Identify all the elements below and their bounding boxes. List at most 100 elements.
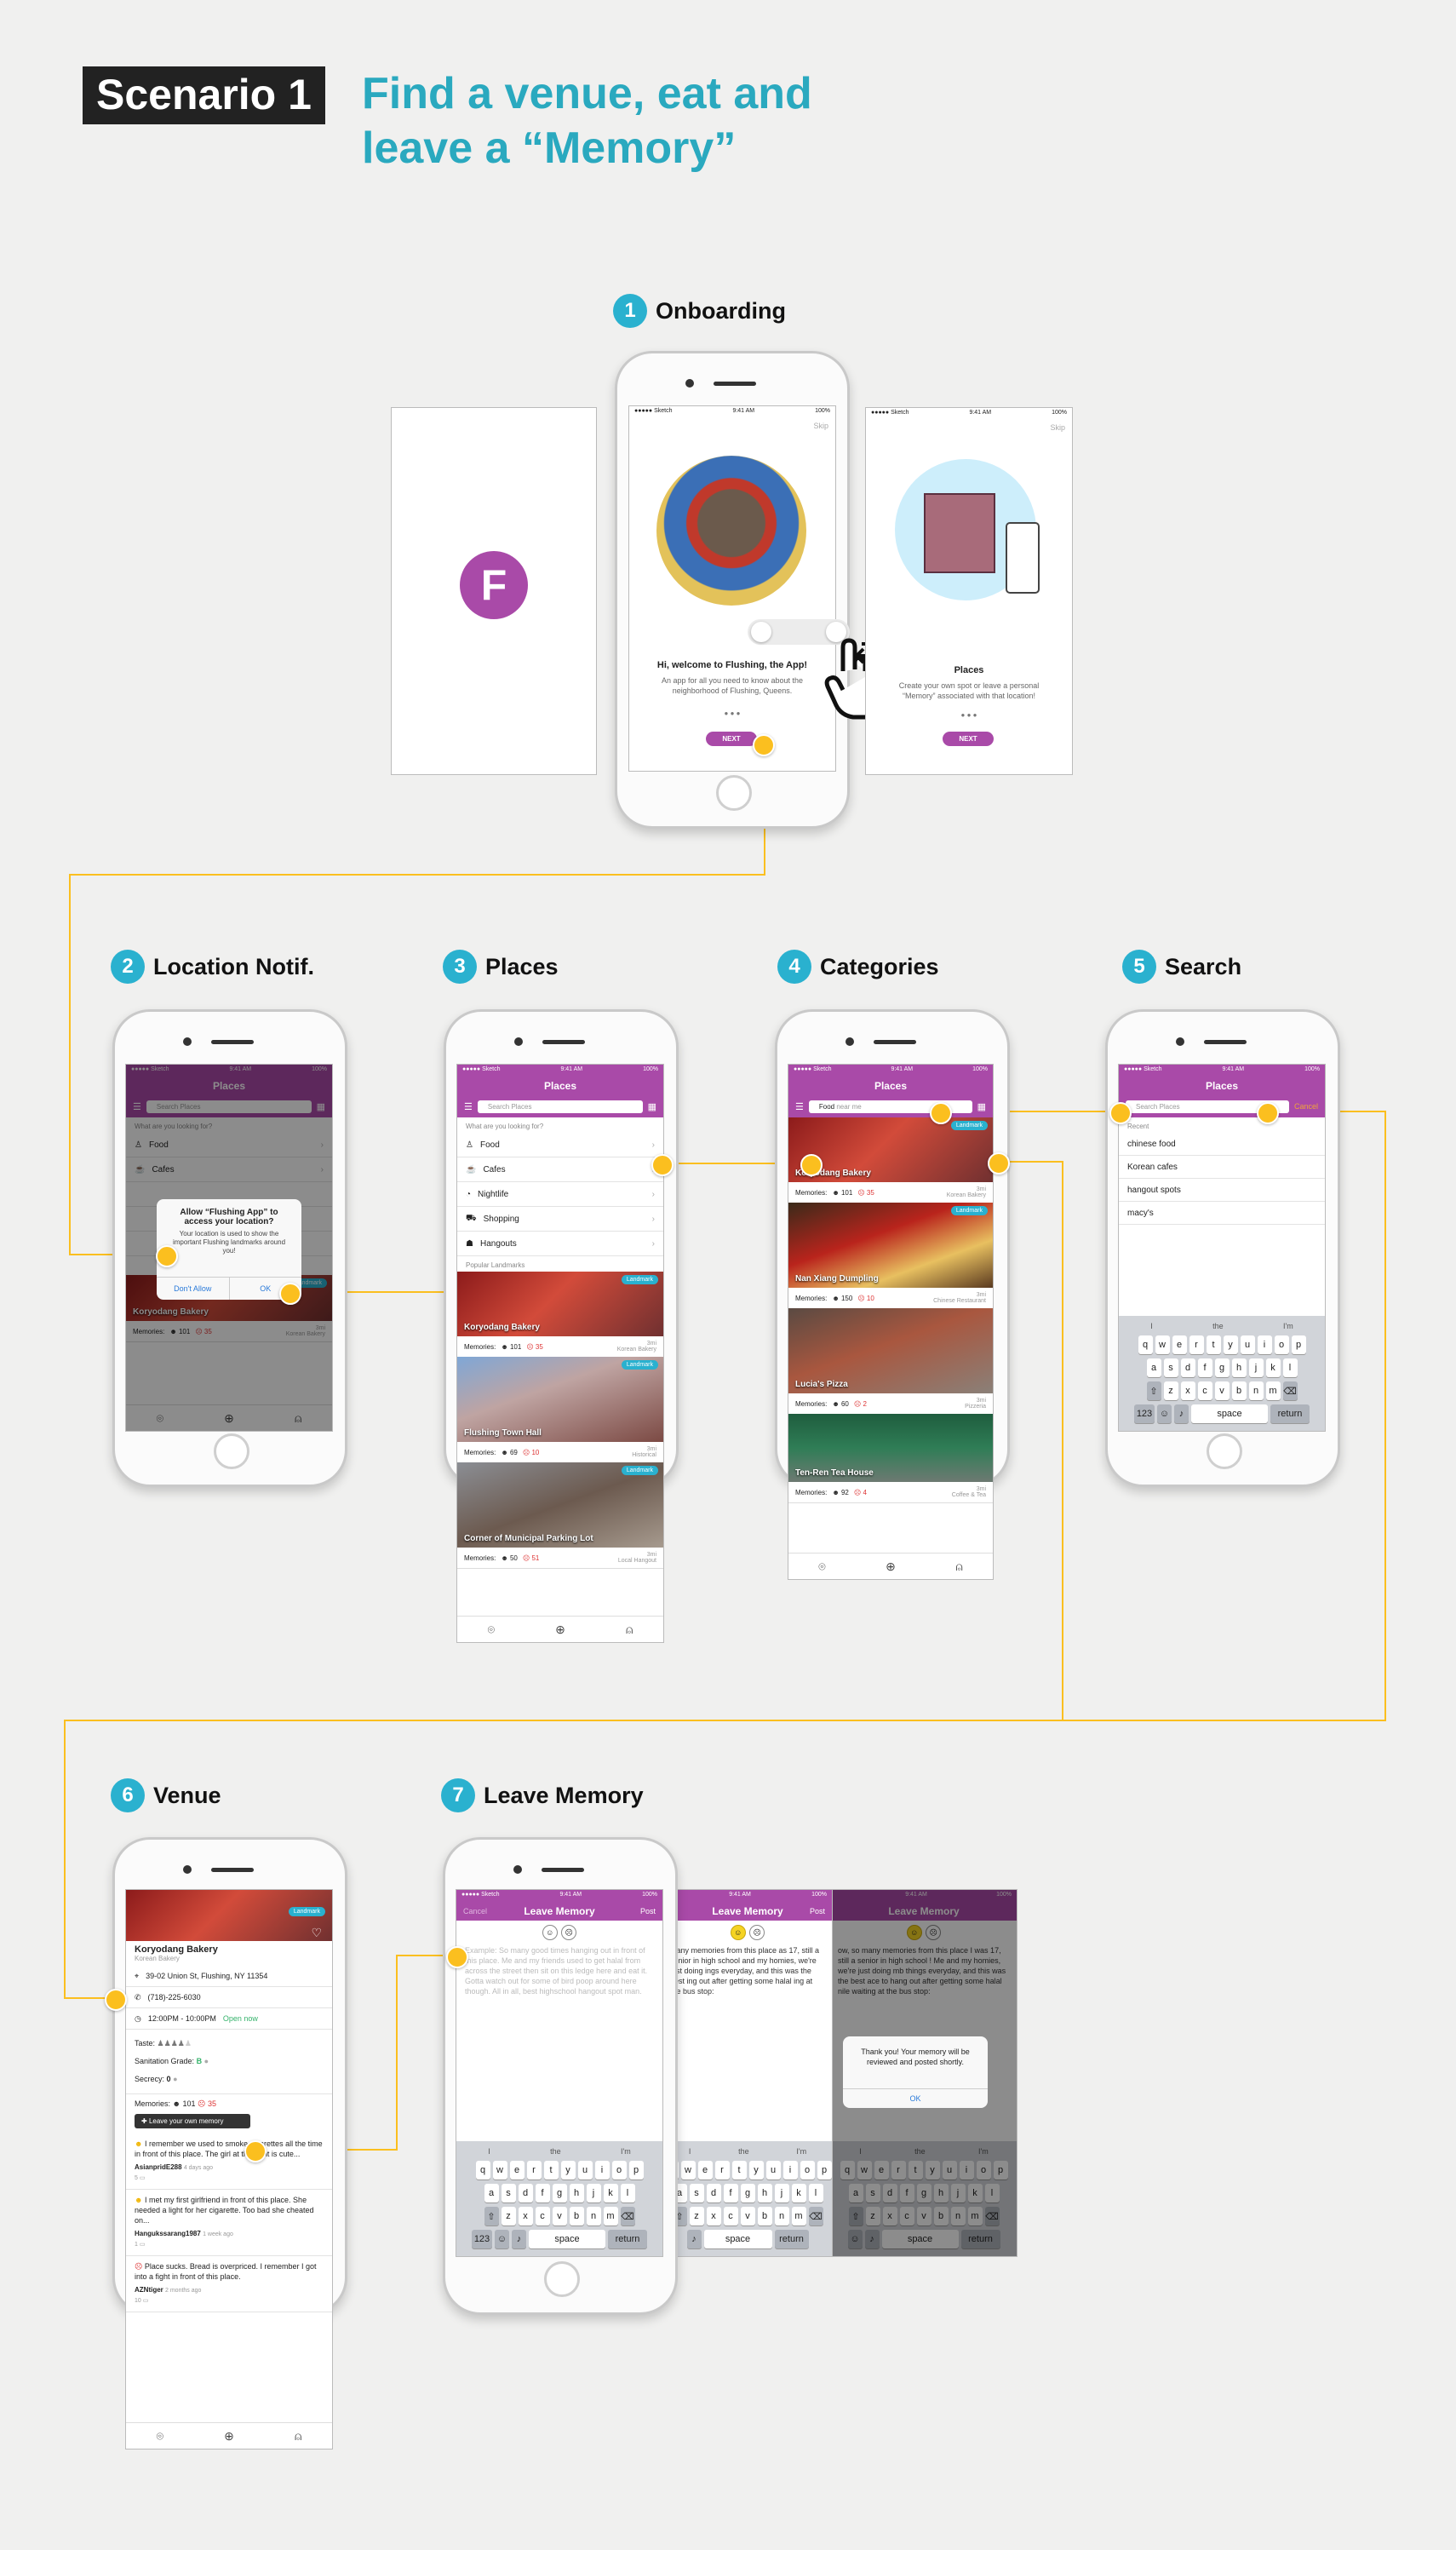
key-y[interactable]: y [748,2161,764,2180]
globe-icon[interactable]: ☺ [1157,1404,1172,1423]
recent-item[interactable]: chinese food [1119,1133,1325,1156]
profile-icon[interactable]: ⍝ [295,2429,301,2444]
key-s[interactable]: s [689,2184,704,2203]
key-x[interactable]: x [1180,1381,1195,1400]
key-f[interactable]: f [723,2184,738,2203]
map-pin-icon[interactable]: ⌾ [488,1622,495,1637]
key-v[interactable]: v [552,2207,567,2226]
key-m[interactable]: m [791,2207,806,2226]
key-space[interactable]: space [703,2230,772,2248]
key-return[interactable]: return [774,2230,809,2248]
post-button[interactable]: Post [810,1902,825,1921]
key-y[interactable]: y [560,2161,576,2180]
shift-icon[interactable]: ⇧ [484,2207,499,2226]
key-return[interactable]: return [608,2230,647,2248]
key-t[interactable]: t [543,2161,559,2180]
key-a[interactable]: a [484,2184,499,2203]
key-space[interactable]: space [1191,1404,1268,1423]
key-o[interactable]: o [800,2161,815,2180]
key-g[interactable]: g [1214,1358,1230,1377]
key-p[interactable]: p [628,2161,644,2180]
map-icon[interactable]: ▦ [977,1101,986,1112]
key-s[interactable]: s [501,2184,516,2203]
key-f[interactable]: f [535,2184,550,2203]
backspace-icon[interactable]: ⌫ [620,2207,635,2226]
key-b[interactable]: b [757,2207,772,2226]
key-p[interactable]: p [1291,1335,1306,1354]
result-card[interactable]: Lucia's Pizza Memories: ☻ 60 ☹ 2 3mi Pizzeri… [788,1308,993,1415]
sad-face-icon[interactable]: ☹ [561,1925,577,1940]
key-a[interactable]: a [1146,1358,1161,1377]
key-y[interactable]: y [1223,1335,1238,1354]
key-l[interactable]: l [620,2184,635,2203]
mic-icon[interactable]: ♪ [686,2230,702,2248]
key-r[interactable]: r [1189,1335,1204,1354]
key-q[interactable]: q [1138,1335,1153,1354]
key-s[interactable]: s [1163,1358,1178,1377]
key-123[interactable]: 123 [1134,1404,1155,1423]
category-hangouts[interactable]: ☗ Hangouts › [457,1232,663,1256]
key-m[interactable]: m [1265,1381,1281,1400]
landmark-card[interactable]: Landmark Flushing Town Hall Memories: ☻ 6… [457,1357,663,1463]
mic-icon[interactable]: ♪ [1174,1404,1189,1423]
key-return[interactable]: return [1270,1404,1310,1423]
memory-input[interactable]: Example: So many good times hanging out … [456,1944,662,1998]
skip-link[interactable]: Skip [866,420,1072,435]
key-n[interactable]: n [1248,1381,1264,1400]
key-v[interactable]: v [1214,1381,1230,1400]
globe-icon[interactable]: ☺ [495,2230,509,2248]
profile-icon[interactable]: ⍝ [955,1559,962,1574]
cancel-button[interactable]: Cancel [1294,1102,1318,1111]
backspace-icon[interactable]: ⌫ [1282,1381,1298,1400]
map-pin-icon[interactable]: ⌾ [157,2429,163,2444]
next-button[interactable]: NEXT [706,732,757,746]
venue-hours[interactable]: ◷ 12:00PM - 10:00PM Open now [126,2008,332,2030]
key-r[interactable]: r [526,2161,542,2180]
key-i[interactable]: i [594,2161,610,2180]
key-j[interactable]: j [1248,1358,1264,1377]
key-j[interactable]: j [586,2184,601,2203]
key-t[interactable]: t [731,2161,747,2180]
key-g[interactable]: g [740,2184,755,2203]
recent-item[interactable]: Korean cafes [1119,1156,1325,1179]
comment-item[interactable]: ☹ Place sucks. Bread is overpriced. I re… [126,2256,332,2312]
key-t[interactable]: t [1206,1335,1221,1354]
key-e[interactable]: e [1172,1335,1187,1354]
profile-icon[interactable]: ⍝ [626,1622,633,1637]
post-button[interactable]: Post [640,1902,656,1921]
key-space[interactable]: space [529,2230,605,2248]
key-o[interactable]: o [1274,1335,1289,1354]
key-u[interactable]: u [1240,1335,1255,1354]
venue-address[interactable]: ⌖ 39-02 Union St, Flushing, NY 11354 [126,1966,332,1987]
key-e[interactable]: e [697,2161,713,2180]
key-x[interactable]: x [518,2207,533,2226]
key-u[interactable]: u [577,2161,593,2180]
key-v[interactable]: v [740,2207,755,2226]
key-c[interactable]: c [1197,1381,1212,1400]
skip-link[interactable]: Skip [629,418,835,434]
key-x[interactable]: x [706,2207,721,2226]
key-l[interactable]: l [808,2184,823,2203]
key-h[interactable]: h [569,2184,584,2203]
backspace-icon[interactable]: ⌫ [808,2207,823,2226]
home-button[interactable] [716,775,752,811]
key-c[interactable]: c [535,2207,550,2226]
sad-face-icon[interactable]: ☹ [749,1925,765,1940]
add-icon[interactable]: ⊕ [555,1622,565,1637]
leave-memory-button[interactable]: ✚ Leave your own memory [135,2114,250,2128]
key-k[interactable]: k [791,2184,806,2203]
key-123[interactable]: 123 [472,2230,492,2248]
key-d[interactable]: d [706,2184,721,2203]
key-z[interactable]: z [1163,1381,1178,1400]
category-cafes[interactable]: ☕Cafes› [457,1157,663,1182]
key-o[interactable]: o [611,2161,627,2180]
key-n[interactable]: n [774,2207,789,2226]
key-p[interactable]: p [817,2161,832,2180]
category-food[interactable]: ♙ Food › [457,1133,663,1157]
key-n[interactable]: n [586,2207,601,2226]
key-k[interactable]: k [603,2184,618,2203]
key-q[interactable]: q [475,2161,490,2180]
key-h[interactable]: h [1231,1358,1247,1377]
key-m[interactable]: m [603,2207,618,2226]
key-w[interactable]: w [680,2161,696,2180]
